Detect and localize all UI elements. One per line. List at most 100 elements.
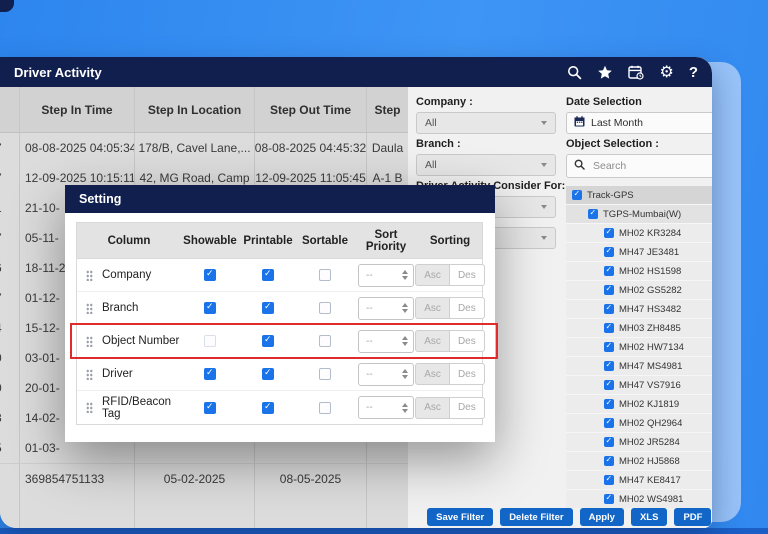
tree-item-vehicle[interactable]: MH47 VS7916	[566, 376, 712, 395]
tree-item-vehicle[interactable]: MH02 KR3284	[566, 224, 712, 243]
tree-item-vehicle[interactable]: MH02 JR5284	[566, 433, 712, 452]
chevron-down-icon	[541, 205, 547, 209]
asc-button[interactable]: Asc	[415, 264, 450, 286]
company-select[interactable]: All	[416, 112, 556, 134]
des-button[interactable]: Des	[450, 330, 485, 352]
printable-checkbox[interactable]	[262, 335, 274, 347]
showable-checkbox[interactable]	[204, 368, 216, 380]
checkbox-checked-icon[interactable]	[604, 418, 614, 428]
drag-handle-icon[interactable]	[86, 402, 93, 413]
sort-priority-select[interactable]: --	[358, 363, 414, 386]
des-button[interactable]: Des	[450, 297, 485, 319]
tree-item-vehicle[interactable]: MH02 HW7134	[566, 338, 712, 357]
sort-priority-select[interactable]: --	[358, 264, 414, 287]
sort-priority-select[interactable]: --	[358, 297, 414, 320]
date-range-input[interactable]: Last Month	[566, 112, 712, 134]
checkbox-checked-icon[interactable]	[604, 380, 614, 390]
showable-checkbox[interactable]	[204, 269, 216, 281]
checkbox-checked-icon[interactable]	[604, 247, 614, 257]
report-calendar-icon[interactable]	[628, 65, 644, 80]
favorite-star-icon[interactable]	[597, 65, 613, 80]
sort-priority-select[interactable]: --	[358, 330, 414, 353]
table-row: 369854751133 05-02-2025 08-05-2025	[0, 463, 408, 493]
asc-button[interactable]: Asc	[415, 297, 450, 319]
checkbox-checked-icon[interactable]	[604, 399, 614, 409]
asc-button[interactable]: Asc	[415, 363, 450, 385]
sortable-checkbox-unchecked[interactable]	[319, 302, 331, 314]
table-header-row: Step In Time Step In Location Step Out T…	[0, 87, 408, 133]
stepper-icon	[402, 303, 408, 313]
tree-item-vehicle[interactable]: MH02 HS1598	[566, 262, 712, 281]
tree-item-vehicle[interactable]: MH02 QH2964	[566, 414, 712, 433]
printable-checkbox[interactable]	[262, 402, 274, 414]
delete-filter-button[interactable]: Delete Filter	[500, 508, 572, 526]
checkbox-checked-icon[interactable]	[572, 190, 582, 200]
asc-button[interactable]: Asc	[415, 330, 450, 352]
chevron-down-icon	[541, 163, 547, 167]
xls-button[interactable]: XLS	[631, 508, 667, 526]
sortable-checkbox-unchecked[interactable]	[319, 368, 331, 380]
tree-item-vehicle[interactable]: MH02 WS4981	[566, 490, 712, 508]
sortable-checkbox-unchecked[interactable]	[319, 402, 331, 414]
des-button[interactable]: Des	[450, 397, 485, 419]
showable-checkbox-unchecked[interactable]	[204, 335, 216, 347]
row-id-fragment: 7	[0, 223, 20, 253]
calendar-icon	[574, 116, 585, 130]
sort-priority-select[interactable]: --	[358, 396, 414, 419]
sorting-toggle: Asc Des	[415, 264, 484, 286]
tree-item-vehicle[interactable]: MH02 KJ1819	[566, 395, 712, 414]
tree-item-root[interactable]: Track-GPS ...	[566, 186, 712, 205]
tree-item-vehicle[interactable]: MH47 JE3481	[566, 243, 712, 262]
tree-item-vehicle[interactable]: MH47 KE8417	[566, 471, 712, 490]
tree-item-vehicle[interactable]: MH02 GS5282	[566, 281, 712, 300]
checkbox-checked-icon[interactable]	[604, 494, 614, 504]
save-filter-button[interactable]: Save Filter	[427, 508, 493, 526]
checkbox-checked-icon[interactable]	[588, 209, 598, 219]
stepper-icon	[402, 270, 408, 280]
setting-column-name: RFID/Beacon Tag	[102, 396, 181, 420]
tree-item-vehicle[interactable]: MH02 HJ5868	[566, 452, 712, 471]
sortable-checkbox-unchecked[interactable]	[319, 269, 331, 281]
search-icon[interactable]	[567, 65, 582, 80]
chevron-down-icon	[541, 121, 547, 125]
stepper-icon	[402, 336, 408, 346]
checkbox-checked-icon[interactable]	[604, 342, 614, 352]
checkbox-checked-icon[interactable]	[604, 361, 614, 371]
search-input[interactable]	[591, 159, 712, 173]
checkbox-checked-icon[interactable]	[604, 228, 614, 238]
des-button[interactable]: Des	[450, 363, 485, 385]
printable-checkbox[interactable]	[262, 269, 274, 281]
drag-handle-icon[interactable]	[86, 369, 93, 380]
drag-handle-icon[interactable]	[86, 270, 93, 281]
tree-item-group[interactable]: TGPS-Mumbai(W)	[566, 205, 712, 224]
printable-checkbox[interactable]	[262, 368, 274, 380]
drag-handle-icon[interactable]	[86, 336, 93, 347]
checkbox-checked-icon[interactable]	[604, 475, 614, 485]
des-button[interactable]: Des	[450, 264, 485, 286]
tree-item-vehicle[interactable]: MH47 HS3482	[566, 300, 712, 319]
printable-checkbox[interactable]	[262, 302, 274, 314]
tree-item-vehicle[interactable]: MH47 MS4981	[566, 357, 712, 376]
help-icon[interactable]: ?	[689, 64, 698, 81]
showable-checkbox[interactable]	[204, 402, 216, 414]
checkbox-checked-icon[interactable]	[604, 266, 614, 276]
column-header-step-in-time: Step In Time	[20, 87, 135, 132]
checkbox-checked-icon[interactable]	[604, 437, 614, 447]
branch-select[interactable]: All	[416, 154, 556, 176]
vehicle-label: MH02 WS4981	[619, 494, 683, 505]
settings-gear-icon[interactable]: ⚙	[659, 64, 673, 80]
checkbox-checked-icon[interactable]	[604, 323, 614, 333]
apply-button[interactable]: Apply	[580, 508, 624, 526]
setting-column-name: Branch	[102, 302, 138, 314]
checkbox-checked-icon[interactable]	[604, 456, 614, 466]
sortable-checkbox-unchecked[interactable]	[319, 335, 331, 347]
showable-checkbox[interactable]	[204, 302, 216, 314]
pdf-button[interactable]: PDF	[674, 508, 711, 526]
asc-button[interactable]: Asc	[415, 397, 450, 419]
tree-item-vehicle[interactable]: MH03 ZH8485	[566, 319, 712, 338]
setting-row: Driver -- Asc Des	[77, 358, 482, 391]
vehicle-label: MH03 ZH8485	[619, 323, 681, 334]
checkbox-checked-icon[interactable]	[604, 285, 614, 295]
checkbox-checked-icon[interactable]	[604, 304, 614, 314]
drag-handle-icon[interactable]	[86, 303, 93, 314]
